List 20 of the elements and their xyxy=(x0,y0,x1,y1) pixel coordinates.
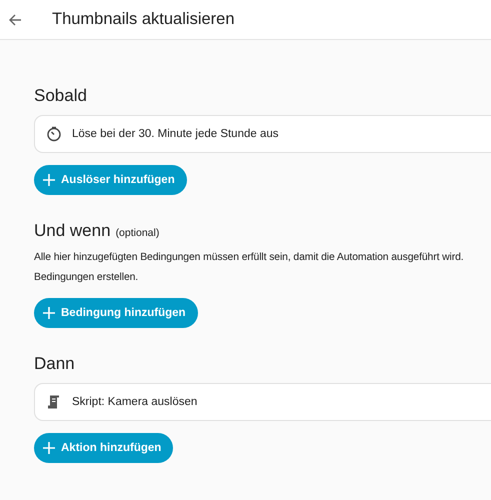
item-card[interactable]: Löse bei der 30. Minute jede Stunde aus xyxy=(34,115,491,153)
item-label: Löse bei der 30. Minute jede Stunde aus xyxy=(72,128,279,140)
description-text: Bedingungen erstellen. xyxy=(34,271,138,285)
description-text: Alle hier hinzugefügten Bedingungen müssen erfüllt sein, damit die Automation ausgeführt wird. xyxy=(34,251,464,265)
plus-icon xyxy=(43,307,55,319)
optional-note: (optional) xyxy=(116,227,160,239)
back-arrow-icon[interactable] xyxy=(8,12,22,26)
page-title: Thumbnails aktualisieren xyxy=(52,10,235,29)
item-label: Skript: Kamera auslösen xyxy=(72,396,198,408)
add-button[interactable]: Auslöser hinzufügen xyxy=(34,165,187,195)
item-card[interactable]: Skript: Kamera auslösen xyxy=(34,383,491,421)
section-heading: Dann xyxy=(34,354,75,374)
section-heading: Sobald xyxy=(34,86,87,106)
section-heading: Und wenn xyxy=(34,221,111,241)
add-button[interactable]: Bedingung hinzufügen xyxy=(34,298,198,328)
plus-icon xyxy=(43,442,55,454)
scroll-icon xyxy=(46,394,62,410)
plus-icon xyxy=(43,174,55,186)
add-button[interactable]: Aktion hinzufügen xyxy=(34,433,174,463)
timer-icon xyxy=(46,126,62,142)
